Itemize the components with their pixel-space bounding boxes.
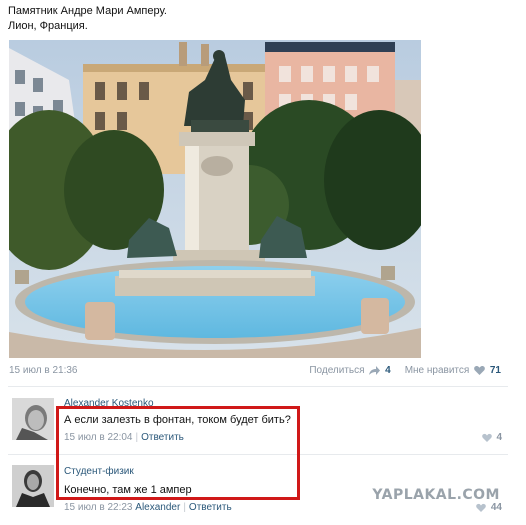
post-photo[interactable] [9,40,421,358]
heart-icon [474,366,485,376]
avatar-photo [12,465,54,507]
post-text-line-1: Памятник Андре Мари Амперу. [8,5,167,17]
like-count: 71 [489,365,501,376]
reply-link[interactable]: Ответить [189,502,232,513]
like-label: Мне нравится [404,365,470,376]
share-button[interactable]: Поделиться 4 [309,365,390,376]
comment-like-button[interactable]: 4 [480,432,502,443]
divider [8,386,508,387]
comment-meta: 15 июл в 22:23 Alexander | Ответить [64,502,232,513]
avatar-photo [12,398,54,440]
post-text: Памятник Андре Мари Амперу. Лион, Франци… [8,4,167,34]
reply-to-link[interactable]: Alexander [135,502,180,513]
share-label: Поделиться [309,365,365,376]
post-timestamp[interactable]: 15 июл в 21:36 [9,365,78,376]
post-text-line-2: Лион, Франция. [8,20,88,32]
share-count: 4 [385,365,391,376]
heart-icon [476,503,486,512]
comment-time[interactable]: 15 июл в 22:23 [64,502,133,513]
comment-like-count: 4 [496,432,502,443]
heart-icon [481,433,492,442]
share-icon [369,365,381,375]
watermark: YAPLAKAL.COM [372,487,500,503]
ampere-monument-photo [9,40,421,358]
avatar[interactable] [12,398,54,440]
comment-like-button[interactable]: 44 [474,502,502,513]
like-button[interactable]: Мне нравится 71 [405,365,501,376]
highlight-frame [56,406,300,500]
post-actions: Поделиться 4 Мне нравится 71 [309,365,501,376]
avatar[interactable] [12,465,54,507]
comment-like-count: 44 [490,502,502,513]
